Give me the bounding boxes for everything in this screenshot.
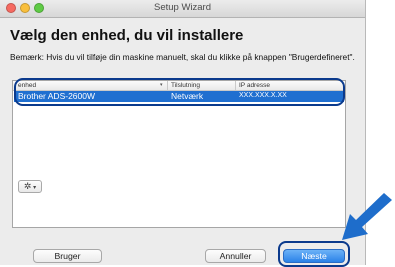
page-title: Vælg den enhed, du vil installere: [10, 27, 244, 44]
pointer-arrow-icon: [342, 193, 392, 240]
sort-indicator-icon: ▾: [160, 82, 163, 88]
window-title: Setup Wizard: [153, 2, 212, 13]
device-name-cell: Brother ADS-2600W: [18, 91, 96, 101]
cancel-button[interactable]: Annuller: [205, 249, 266, 263]
connection-cell: Netværk: [171, 91, 204, 101]
column-header-device[interactable]: enhed: [18, 82, 36, 89]
column-divider: [167, 81, 168, 90]
setup-wizard-window: Setup Wizard Vælg den enhed, du vil inst…: [0, 0, 366, 265]
next-button[interactable]: Næste: [283, 249, 345, 263]
column-divider: [235, 81, 236, 90]
instruction-note: Bemærk: Hvis du vil tilføje din maskine …: [10, 52, 355, 62]
title-bar: Setup Wizard: [0, 0, 365, 18]
device-list[interactable]: enhed ▾ Tilslutning IP adresse Brother A…: [12, 80, 346, 228]
custom-button[interactable]: Bruger: [33, 249, 102, 263]
column-header-connection[interactable]: Tilslutning: [171, 82, 200, 89]
device-list-header: enhed ▾ Tilslutning IP adresse: [13, 81, 345, 91]
column-header-ip[interactable]: IP adresse: [239, 82, 270, 89]
chevron-down-icon: ▾: [31, 185, 37, 191]
table-row[interactable]: Brother ADS-2600W Netværk XXX.XXX.X.XX: [14, 91, 344, 102]
gear-menu-button[interactable]: ✲ ▾: [18, 180, 42, 193]
ip-address-cell: XXX.XXX.X.XX: [239, 92, 287, 99]
